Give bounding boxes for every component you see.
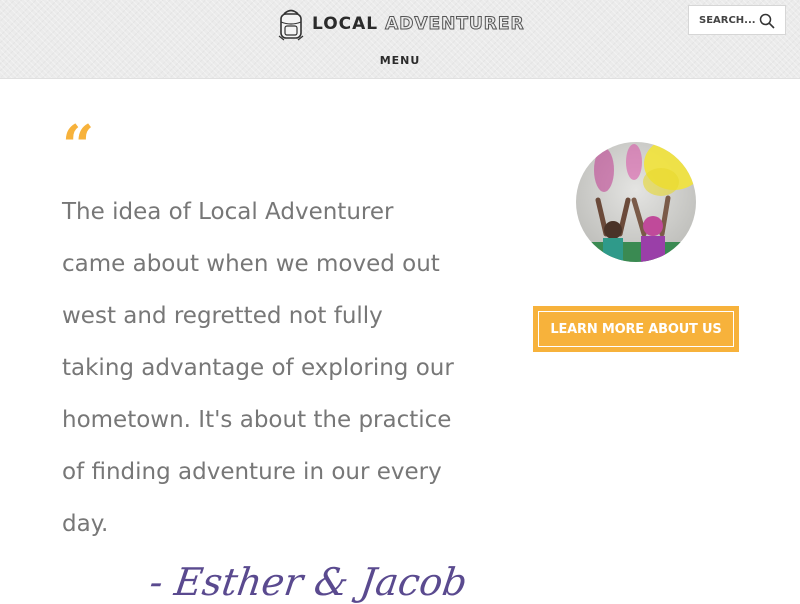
logo-word-adventurer: ADVENTURER [385,14,525,35]
signature: - Esther & Jacob [146,560,471,604]
search-input[interactable] [699,14,761,26]
backpack-icon [276,6,306,42]
menu-bar: MENU [0,54,800,67]
search-box [688,5,786,35]
site-header: LOCAL ADVENTURER MENU [0,0,800,79]
quote-mark-icon: “ [62,113,95,179]
learn-more-button-label: LEARN MORE ABOUT US [538,311,734,347]
learn-more-button[interactable]: LEARN MORE ABOUT US [533,306,739,352]
logo-word-local: LOCAL [312,14,379,34]
logo-wordmark: LOCAL ADVENTURER [312,14,525,35]
menu-button[interactable]: MENU [380,54,421,67]
about-quote-text: The idea of Local Adventurer came about … [62,199,454,537]
site-logo[interactable]: LOCAL ADVENTURER [276,6,525,42]
founders-photo [576,142,696,262]
search-icon[interactable] [759,13,775,29]
